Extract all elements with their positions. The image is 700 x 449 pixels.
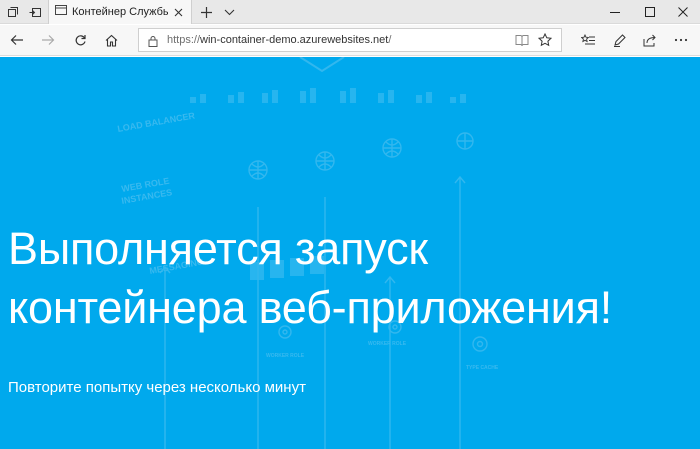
plus-icon[interactable]	[196, 2, 216, 22]
headline-line-1: Выполняется запуск	[8, 223, 428, 274]
close-icon[interactable]	[171, 5, 185, 19]
reading-view-icon[interactable]	[513, 32, 531, 48]
share-icon[interactable]	[638, 29, 662, 51]
url-scheme: https://	[167, 34, 201, 46]
headline-line-2: контейнера веб-приложения!	[8, 282, 613, 333]
watermark-label-worker-role-1: WORKER ROLE	[266, 353, 305, 359]
back-arrow-icon[interactable]	[5, 29, 29, 51]
url-path: /	[388, 34, 392, 46]
minimize-icon[interactable]	[598, 0, 632, 24]
page-content: LOAD BALANCER WEB ROLE INSTANCES MESSAGI…	[0, 57, 700, 449]
more-icon[interactable]	[669, 29, 693, 51]
home-icon[interactable]	[99, 29, 123, 51]
watermark-label-load-balancer: LOAD BALANCER	[117, 110, 197, 134]
chevron-down-icon[interactable]	[220, 2, 238, 22]
star-icon[interactable]	[536, 32, 554, 48]
navigation-bar: https://win-container-demo.azurewebsites…	[0, 25, 700, 56]
pen-icon[interactable]	[607, 29, 631, 51]
watermark-label-type-cache: TYPE CACHE	[466, 365, 499, 371]
page-headline: Выполняется запуск контейнера веб-прилож…	[8, 219, 698, 337]
watermark-label-worker-role-2: WORKER ROLE	[368, 341, 407, 347]
url-text: https://win-container-demo.azurewebsites…	[167, 34, 391, 46]
tab-title: Контейнер Службы п	[72, 6, 168, 18]
set-aside-tabs-icon[interactable]	[24, 0, 46, 24]
maximize-icon[interactable]	[633, 0, 667, 24]
retry-message: Повторите попытку через несколько минут	[8, 379, 306, 396]
page-icon	[55, 3, 67, 21]
close-icon[interactable]	[666, 0, 700, 24]
browser-tab[interactable]: Контейнер Службы п	[48, 0, 192, 24]
address-bar[interactable]: https://win-container-demo.azurewebsites…	[138, 28, 562, 52]
lock-icon[interactable]	[147, 34, 159, 47]
forward-arrow-icon[interactable]	[36, 29, 60, 51]
url-host: win-container-demo.azurewebsites.net	[200, 34, 389, 46]
tab-preview-icon[interactable]	[2, 0, 24, 24]
tab-strip: Контейнер Службы п	[0, 0, 700, 24]
favorites-hub-icon[interactable]	[576, 29, 600, 51]
refresh-icon[interactable]	[68, 29, 92, 51]
